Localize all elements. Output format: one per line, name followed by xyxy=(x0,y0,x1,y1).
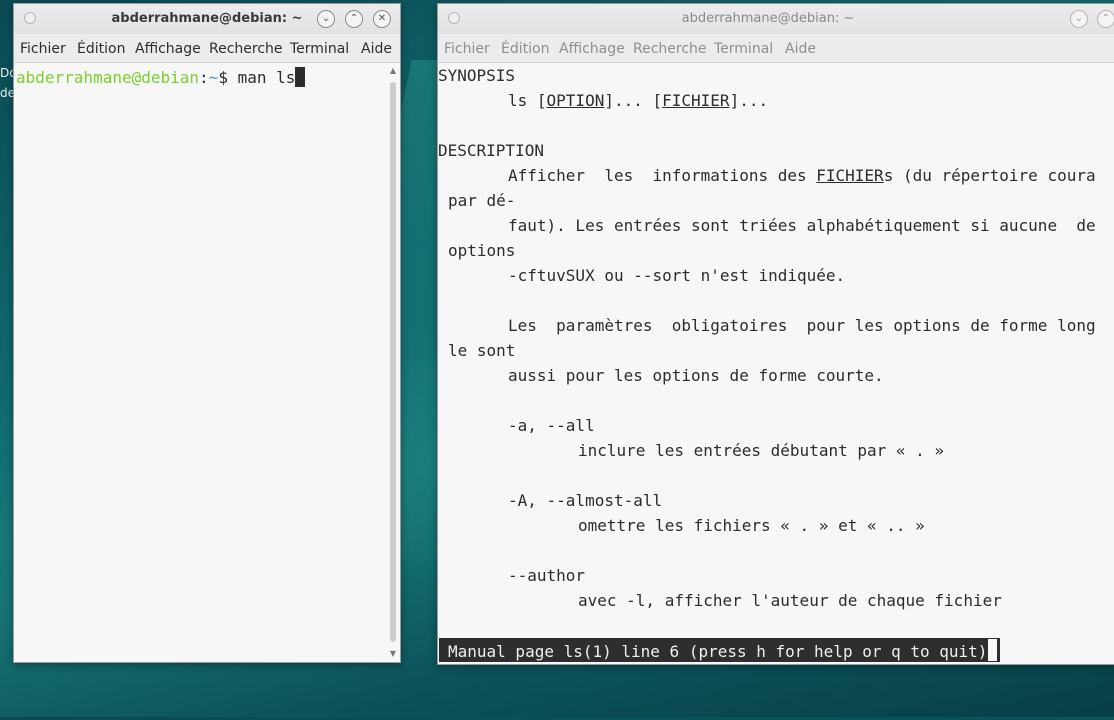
scrollbar-thumb[interactable] xyxy=(390,82,396,642)
pager-status-bar: Manual page ls(1) line 6 (press h for he… xyxy=(439,638,1001,662)
menu-affichage[interactable]: Affichage xyxy=(135,41,201,57)
man-text: ls [ xyxy=(508,91,547,110)
man-section-heading: DESCRIPTION xyxy=(438,141,544,160)
man-text: Afficher les informations des xyxy=(508,166,817,185)
text-cursor xyxy=(987,638,999,662)
command-text: man ls xyxy=(237,68,296,87)
man-section-heading: SYNOPSIS xyxy=(438,66,516,85)
menu-recherche[interactable]: Recherche xyxy=(209,41,283,57)
scroll-down-arrow-icon[interactable]: ▼ xyxy=(388,649,398,658)
window-title: abderrahmane@debian: ~ xyxy=(111,11,303,26)
man-synopsis-line: ls [OPTION]... [FICHIER]... xyxy=(508,88,768,113)
pager-status-text: Manual page ls(1) line 6 (press h for he… xyxy=(448,642,988,661)
menu-aide[interactable]: Aide xyxy=(785,41,816,57)
man-option-description: inclure les entrées débutant par « . » xyxy=(578,441,945,460)
menu-fichier[interactable]: Fichier xyxy=(444,41,490,57)
left-terminal-window[interactable]: abderrahmane@debian: ~ ⌄ ⌃ ✕ Fichier Édi… xyxy=(13,3,401,663)
menu-terminal[interactable]: Terminal xyxy=(290,41,349,57)
man-underlined-text: FICHIER xyxy=(662,91,730,110)
man-line: par dé- xyxy=(448,191,516,210)
text-cursor xyxy=(295,67,306,87)
scroll-up-arrow-icon[interactable]: ▲ xyxy=(388,66,398,75)
menu-aide[interactable]: Aide xyxy=(361,41,392,57)
man-line: Afficher les informations des FICHIERs (… xyxy=(508,163,1096,188)
man-text: s (du répertoire coura xyxy=(883,166,1096,185)
close-button[interactable]: ✕ xyxy=(373,10,391,28)
man-line: faut). Les entrées sont triées alphabéti… xyxy=(508,216,1096,235)
man-line: aussi pour les options de forme courte. xyxy=(508,366,884,385)
man-option-description: avec -l, afficher l'auteur de chaque fic… xyxy=(578,591,1002,610)
man-line: options xyxy=(448,241,516,260)
menu-bar: Fichier Édition Affichage Recherche Term… xyxy=(438,34,1114,63)
terminal-area[interactable]: SYNOPSIS ls [OPTION]... [FICHIER]... DES… xyxy=(438,63,1114,664)
prompt-path: ~ xyxy=(208,68,219,87)
command-line: abderrahmane@debian:~$ man ls xyxy=(16,65,306,90)
man-line: le sont xyxy=(448,341,516,360)
man-text: ]... xyxy=(729,91,769,110)
menu-terminal[interactable]: Terminal xyxy=(714,41,773,57)
man-text: ]... [ xyxy=(604,91,663,110)
menu-recherche[interactable]: Recherche xyxy=(633,41,707,57)
man-line: Les paramètres obligatoires pour les opt… xyxy=(508,316,1096,335)
terminal-area[interactable]: abderrahmane@debian:~$ man ls xyxy=(14,63,400,662)
title-bar[interactable]: abderrahmane@debian: ~ ⌄ ⌃ ✕ xyxy=(14,4,400,34)
maximize-button[interactable]: ⌃ xyxy=(345,10,363,28)
menu-affichage[interactable]: Affichage xyxy=(559,41,625,57)
right-terminal-window[interactable]: abderrahmane@debian: ~ ⌄ ⌃ Fichier Éditi… xyxy=(437,3,1114,665)
window-title: abderrahmane@debian: ~ xyxy=(681,11,855,26)
prompt-separator: : xyxy=(199,68,209,87)
minimize-button[interactable]: ⌄ xyxy=(1070,10,1088,28)
scrollbar[interactable]: ▲ ▼ xyxy=(388,66,398,658)
prompt-user: abderrahmane@debian xyxy=(16,68,200,87)
man-underlined-text: FICHIER xyxy=(816,166,884,185)
man-underlined-text: OPTION xyxy=(546,91,605,110)
title-bar[interactable]: abderrahmane@debian: ~ ⌄ ⌃ xyxy=(438,4,1114,34)
menu-edition[interactable]: Édition xyxy=(77,41,125,57)
man-option: --author xyxy=(508,566,586,585)
man-option: -A, --almost-all xyxy=(508,491,663,510)
menu-edition[interactable]: Édition xyxy=(501,41,549,57)
prompt-symbol: $ xyxy=(218,68,238,87)
man-option-description: omettre les fichiers « . » et « .. » xyxy=(578,516,925,535)
man-option: -a, --all xyxy=(508,416,595,435)
man-line: -cftuvSUX ou --sort n'est indiquée. xyxy=(508,266,846,285)
menu-fichier[interactable]: Fichier xyxy=(20,41,66,57)
maximize-button[interactable]: ⌃ xyxy=(1097,10,1114,28)
menu-bar: Fichier Édition Affichage Recherche Term… xyxy=(14,34,400,63)
minimize-button[interactable]: ⌄ xyxy=(317,10,335,28)
